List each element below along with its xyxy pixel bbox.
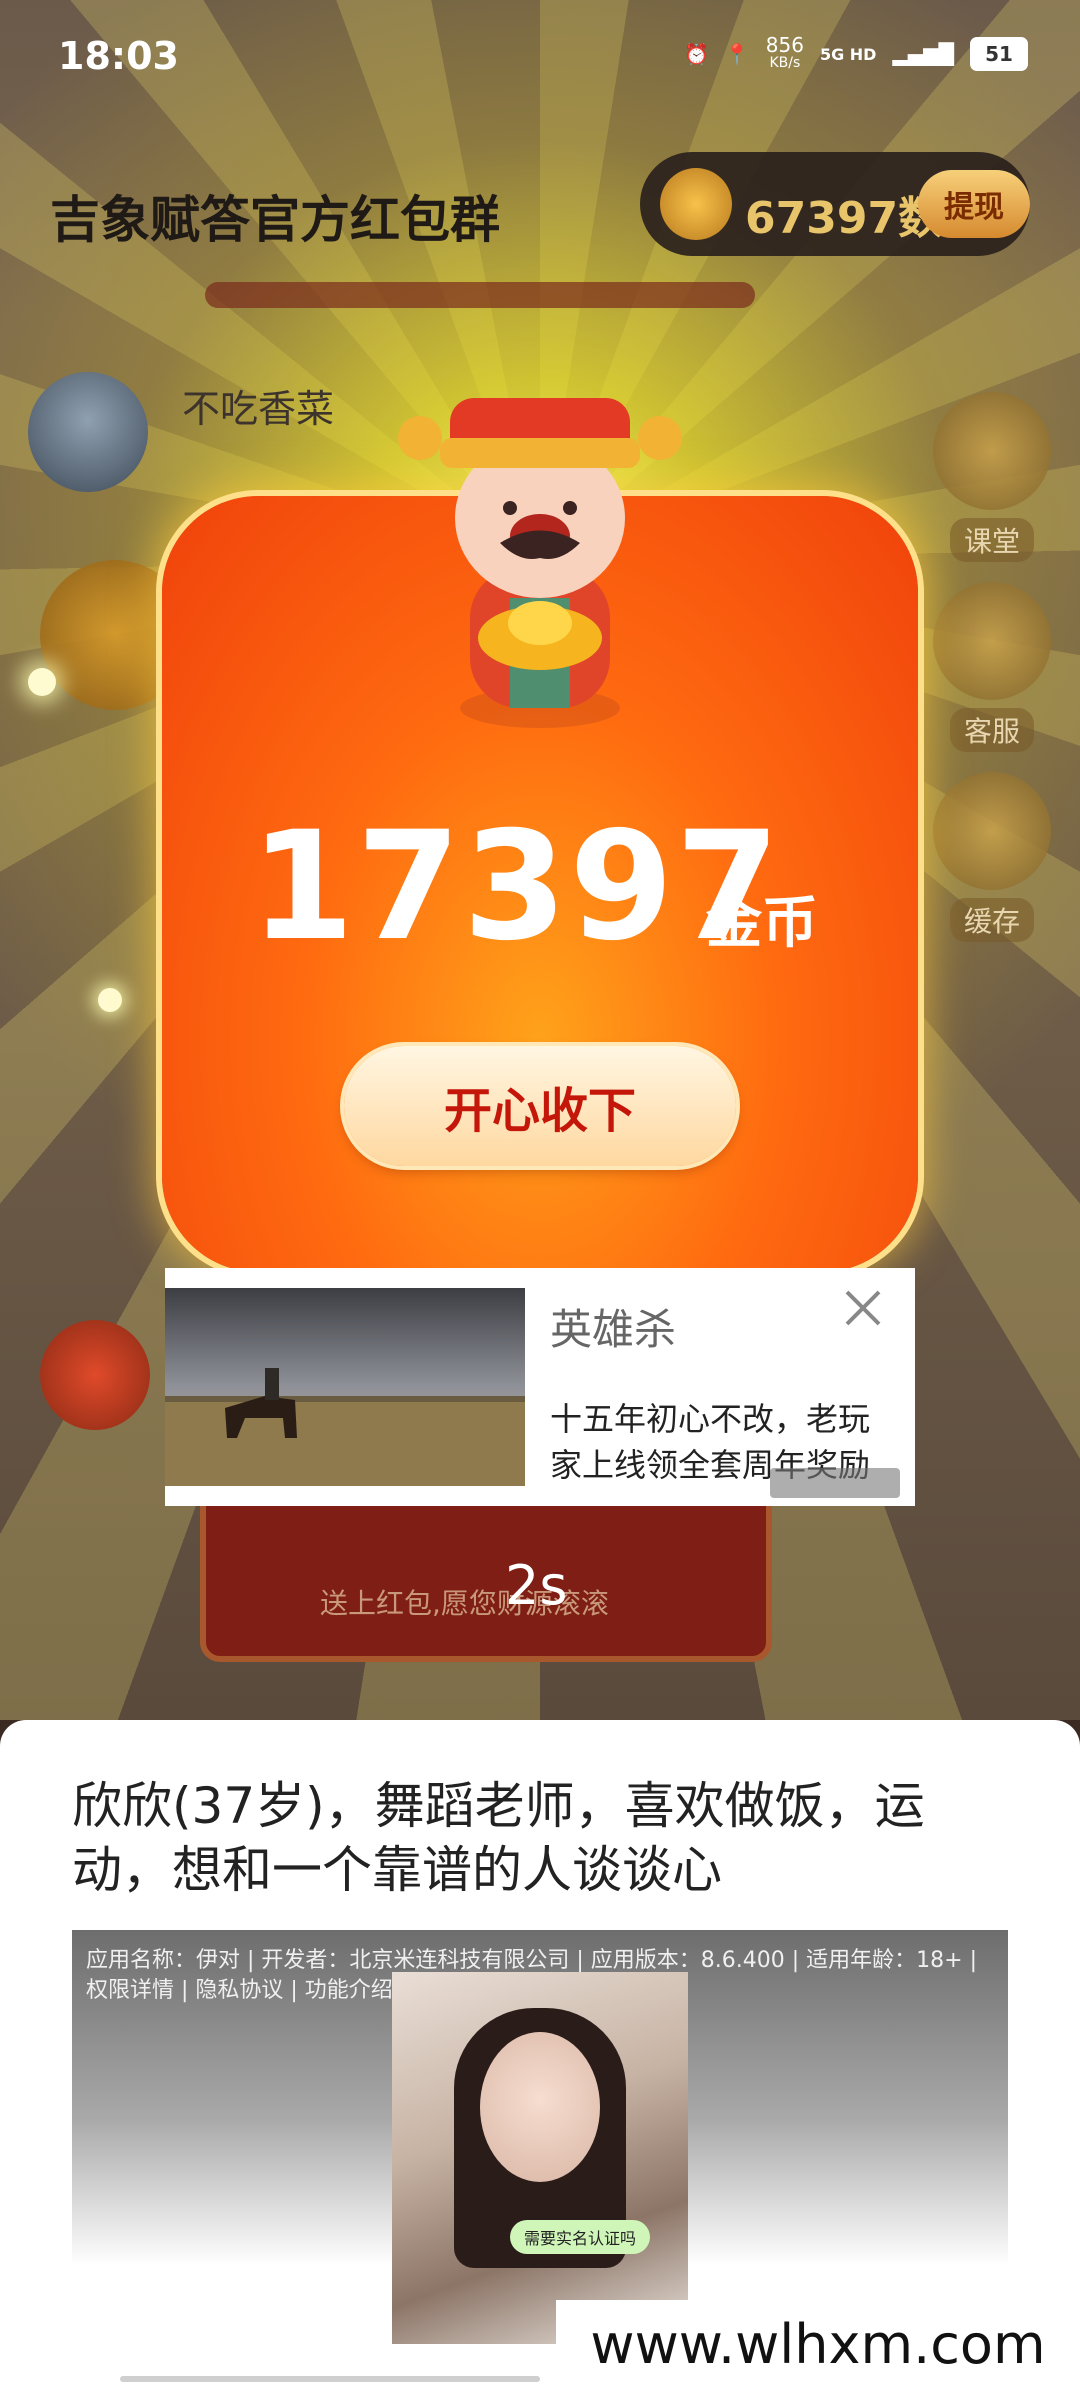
side-item-label: 课堂 [949,518,1034,562]
alarm-icon: ⏰ [683,42,709,66]
chat-username: 不吃香菜 [182,387,335,431]
side-item-label: 缓存 [949,898,1034,942]
ad-image [165,1288,525,1486]
banner-strip [205,282,755,308]
reward-amount: 17397 [250,800,782,974]
sparkle-icon [98,988,122,1012]
net-speed: 856 KB/s [765,33,804,72]
signal-icon: ▂▄▆█ [892,42,954,66]
cache-icon [933,772,1051,890]
ad-badge [770,1468,900,1498]
side-item-customer-service[interactable]: 客服 [922,582,1062,772]
battery-icon: 51 [970,37,1028,71]
side-item-classroom[interactable]: 课堂 [922,392,1062,582]
ad-title: 英雄杀 [550,1305,677,1354]
customer-service-icon [933,582,1051,700]
status-bar: 18:03 ⏰ 📍 856 KB/s 5G HD ▂▄▆█ 51 [0,0,1080,110]
reward-unit: 金币 [706,891,818,956]
net-speed-unit: KB/s [769,55,801,71]
accept-reward-button[interactable]: 开心收下 [344,1046,736,1166]
ad-card[interactable]: 英雄杀 十五年初心不改，老玩家上线领全套周年奖励 [165,1268,915,1506]
fortune-god-icon [398,398,682,728]
photo-chat-bubble: 需要实名认证吗 [510,2220,650,2254]
coin-balance-text: 67397数 [745,193,943,244]
group-title: 吉象赋答官方红包群 [50,191,500,249]
withdraw-button[interactable]: 提现 [918,170,1030,238]
status-icons: ⏰ 📍 856 KB/s 5G HD ▂▄▆█ 51 [683,33,1028,72]
tomato-avatar[interactable] [40,1320,150,1430]
close-icon[interactable] [833,1278,893,1338]
photo-face [480,2032,600,2182]
bottom-sheet-ad[interactable]: 欣欣(37岁)，舞蹈老师，喜欢做饭，运动，想和一个靠谱的人谈谈心 应用名称：伊对… [0,1720,1080,2388]
side-item-label: 客服 [949,708,1034,752]
gold-coin-icon [660,168,732,240]
home-indicator [120,2376,540,2382]
profile-photo[interactable]: 需要实名认证吗 [392,1972,688,2344]
sparkle-icon [28,668,56,696]
location-icon: 📍 [724,42,750,66]
watermark: www.wlhxm.com [556,2300,1080,2388]
sheet-ad-media[interactable]: 应用名称：伊对 | 开发者：北京米连科技有限公司 | 应用版本：8.6.400 … [72,1930,1008,2350]
status-time: 18:03 [58,34,179,78]
avatar[interactable] [28,372,148,492]
classroom-icon [933,392,1051,510]
sheet-headline: 欣欣(37岁)，舞蹈老师，喜欢做饭，运动，想和一个靠谱的人谈谈心 [72,1777,925,1899]
side-item-cache[interactable]: 缓存 [922,772,1062,962]
network-label: 5G HD [819,44,877,64]
net-speed-value: 856 [765,33,804,57]
countdown-timer: 2s [505,1554,568,1617]
side-menu: 课堂 客服 缓存 [922,392,1062,962]
